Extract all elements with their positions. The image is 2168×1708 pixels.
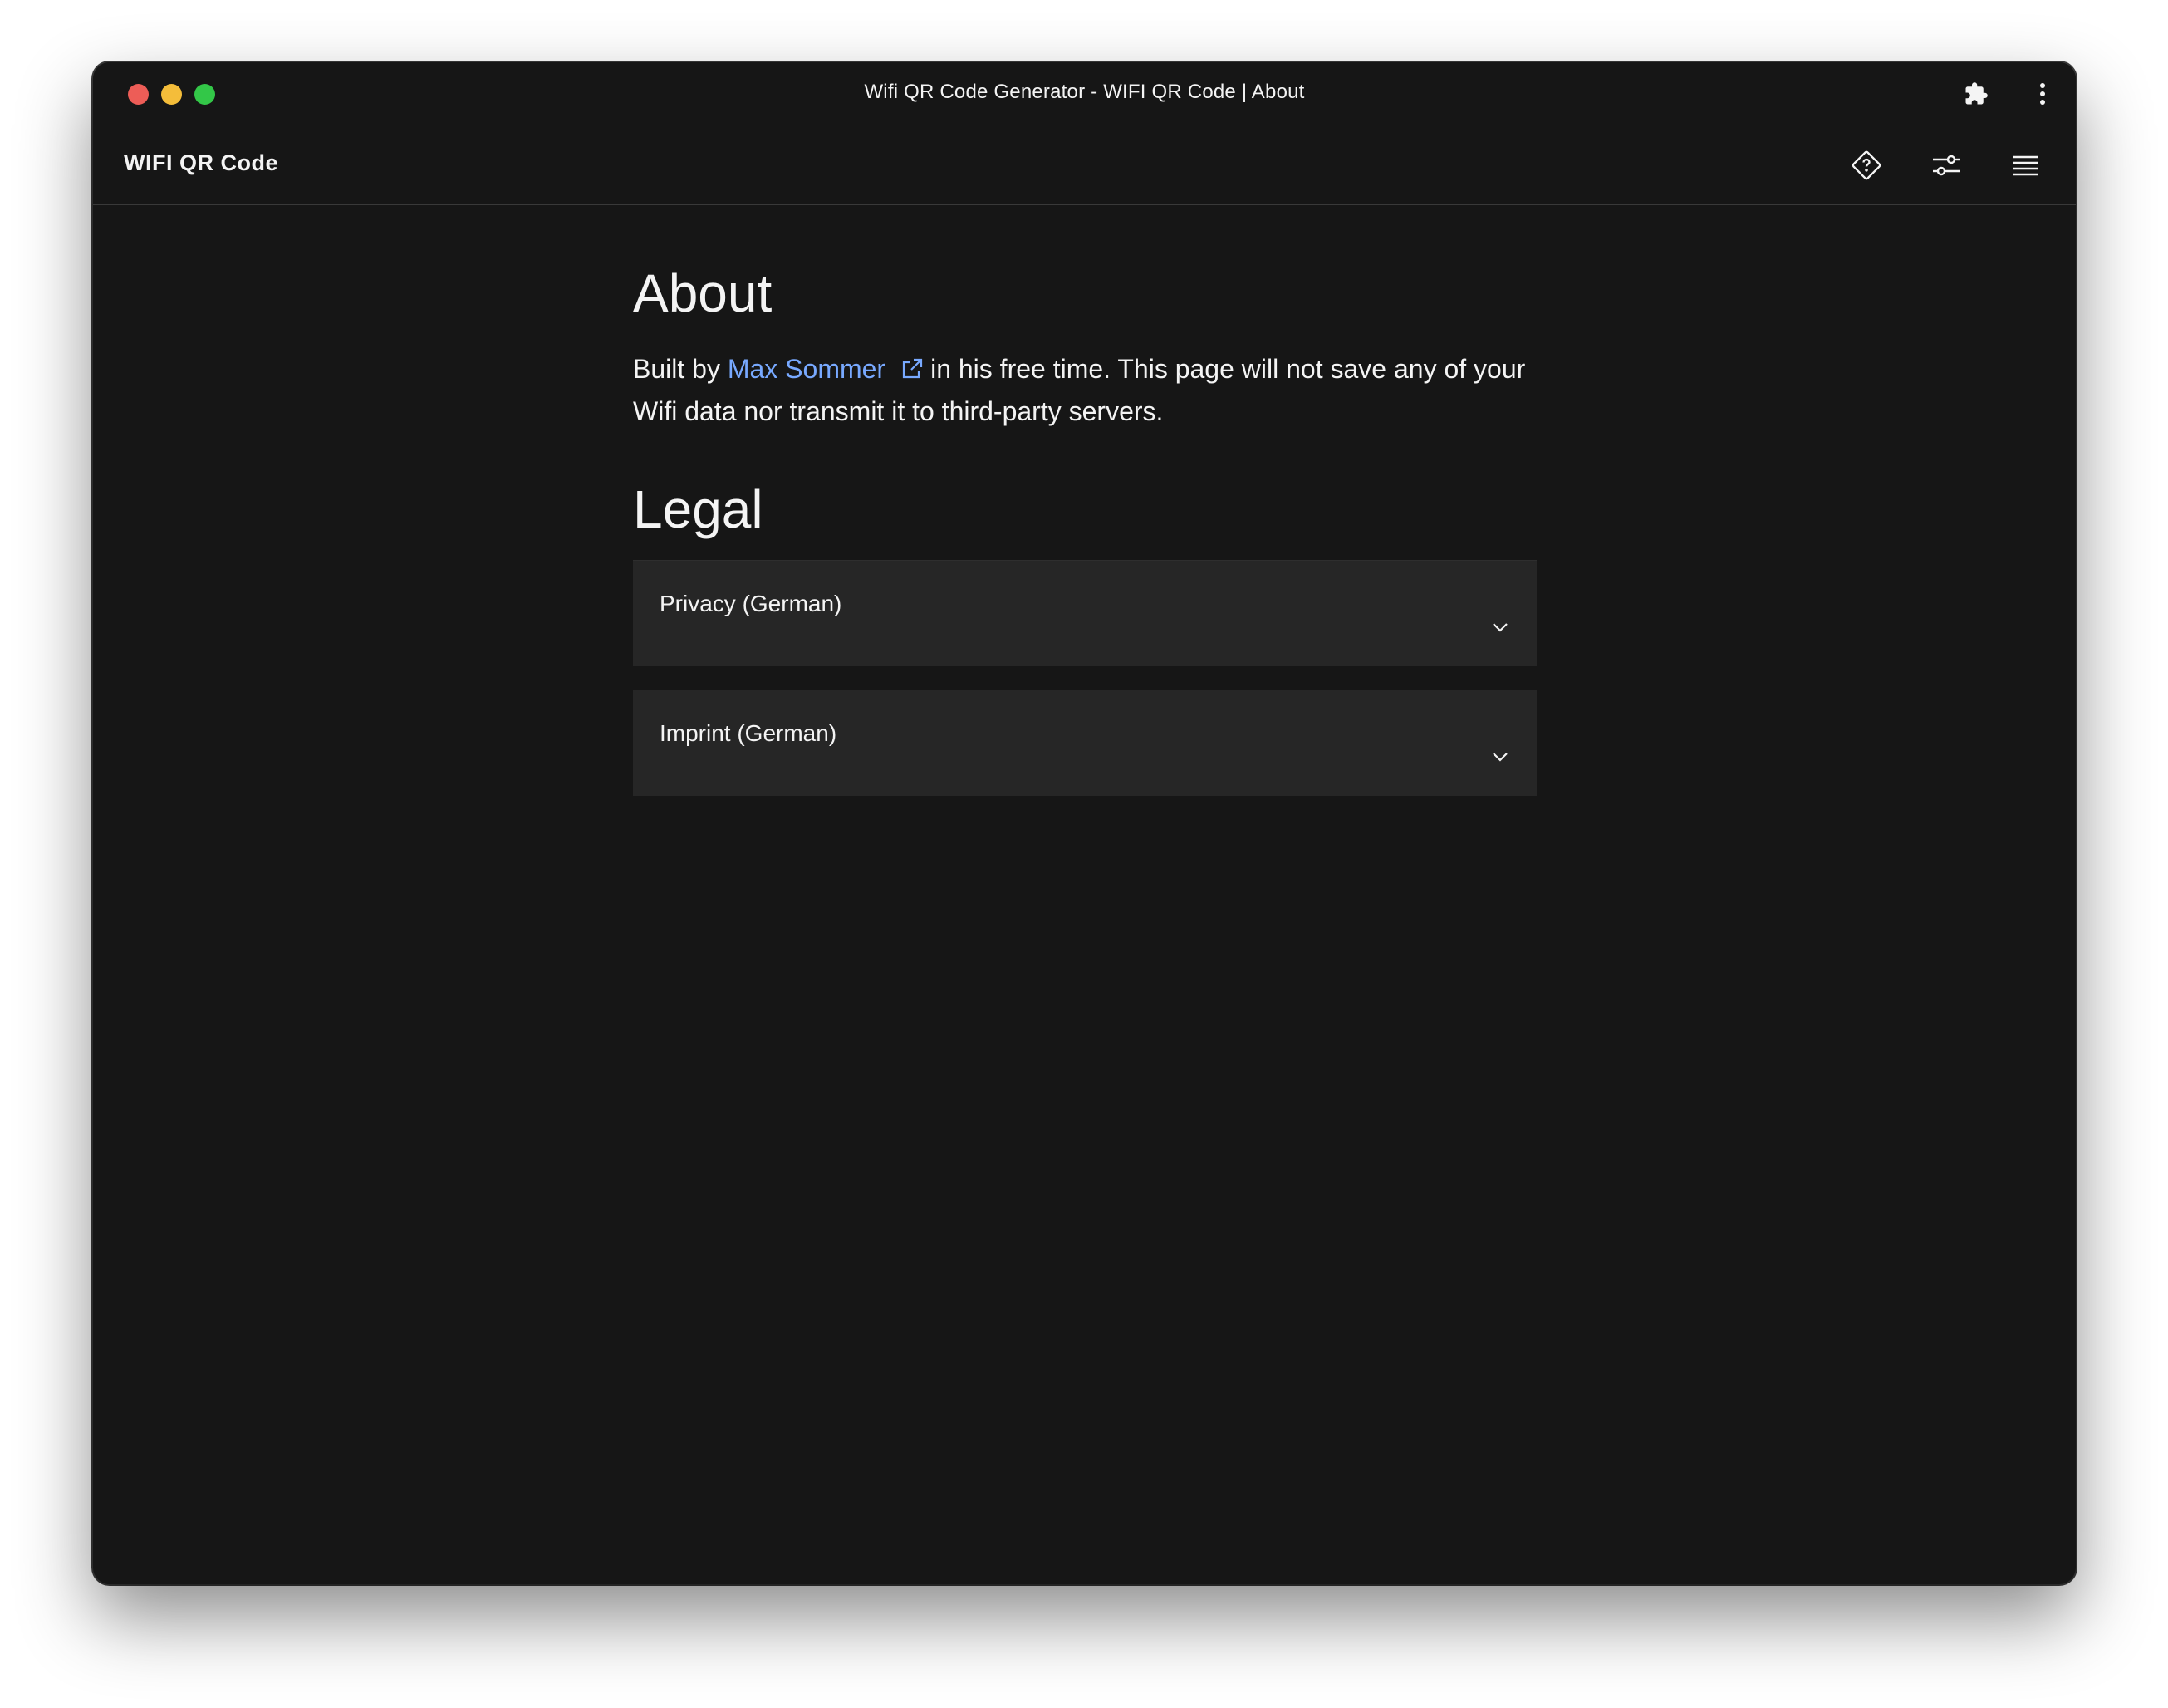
about-paragraph: Built by Max Sommer in his free time. Thi… (633, 349, 1537, 431)
accordion-item-privacy[interactable]: Privacy (German) (633, 559, 1537, 666)
accordion-title: Imprint (German) (660, 719, 837, 746)
legal-accordion: Privacy (German) Imprint (German) (633, 559, 1537, 796)
app-name[interactable]: WIFI QR Code (124, 150, 278, 176)
extensions-puzzle-icon[interactable] (1960, 77, 1993, 110)
about-text-before: Built by (633, 353, 720, 384)
chevron-down-icon (1490, 747, 1510, 767)
accordion-item-imprint[interactable]: Imprint (German) (633, 689, 1537, 796)
chevron-down-icon (1490, 617, 1510, 637)
main-content: About Built by Max Sommer in his free tim… (633, 262, 1537, 819)
help-diamond-icon[interactable] (1847, 145, 1886, 185)
browser-window: Wifi QR Code Generator - WIFI QR Code | … (93, 62, 2076, 1584)
external-link-icon[interactable] (900, 351, 924, 391)
title-bar: Wifi QR Code Generator - WIFI QR Code | … (93, 62, 2076, 127)
about-heading: About (633, 263, 773, 323)
more-options-icon[interactable] (2026, 77, 2059, 110)
menu-icon[interactable] (2006, 145, 2046, 185)
window-title: Wifi QR Code Generator - WIFI QR Code | … (864, 81, 1305, 103)
legal-heading: Legal (633, 479, 763, 539)
app-header: WIFI QR Code (93, 127, 2076, 205)
settings-sliders-icon[interactable] (1926, 145, 1966, 185)
author-link[interactable]: Max Sommer (728, 354, 885, 384)
accordion-title: Privacy (German) (660, 590, 842, 616)
